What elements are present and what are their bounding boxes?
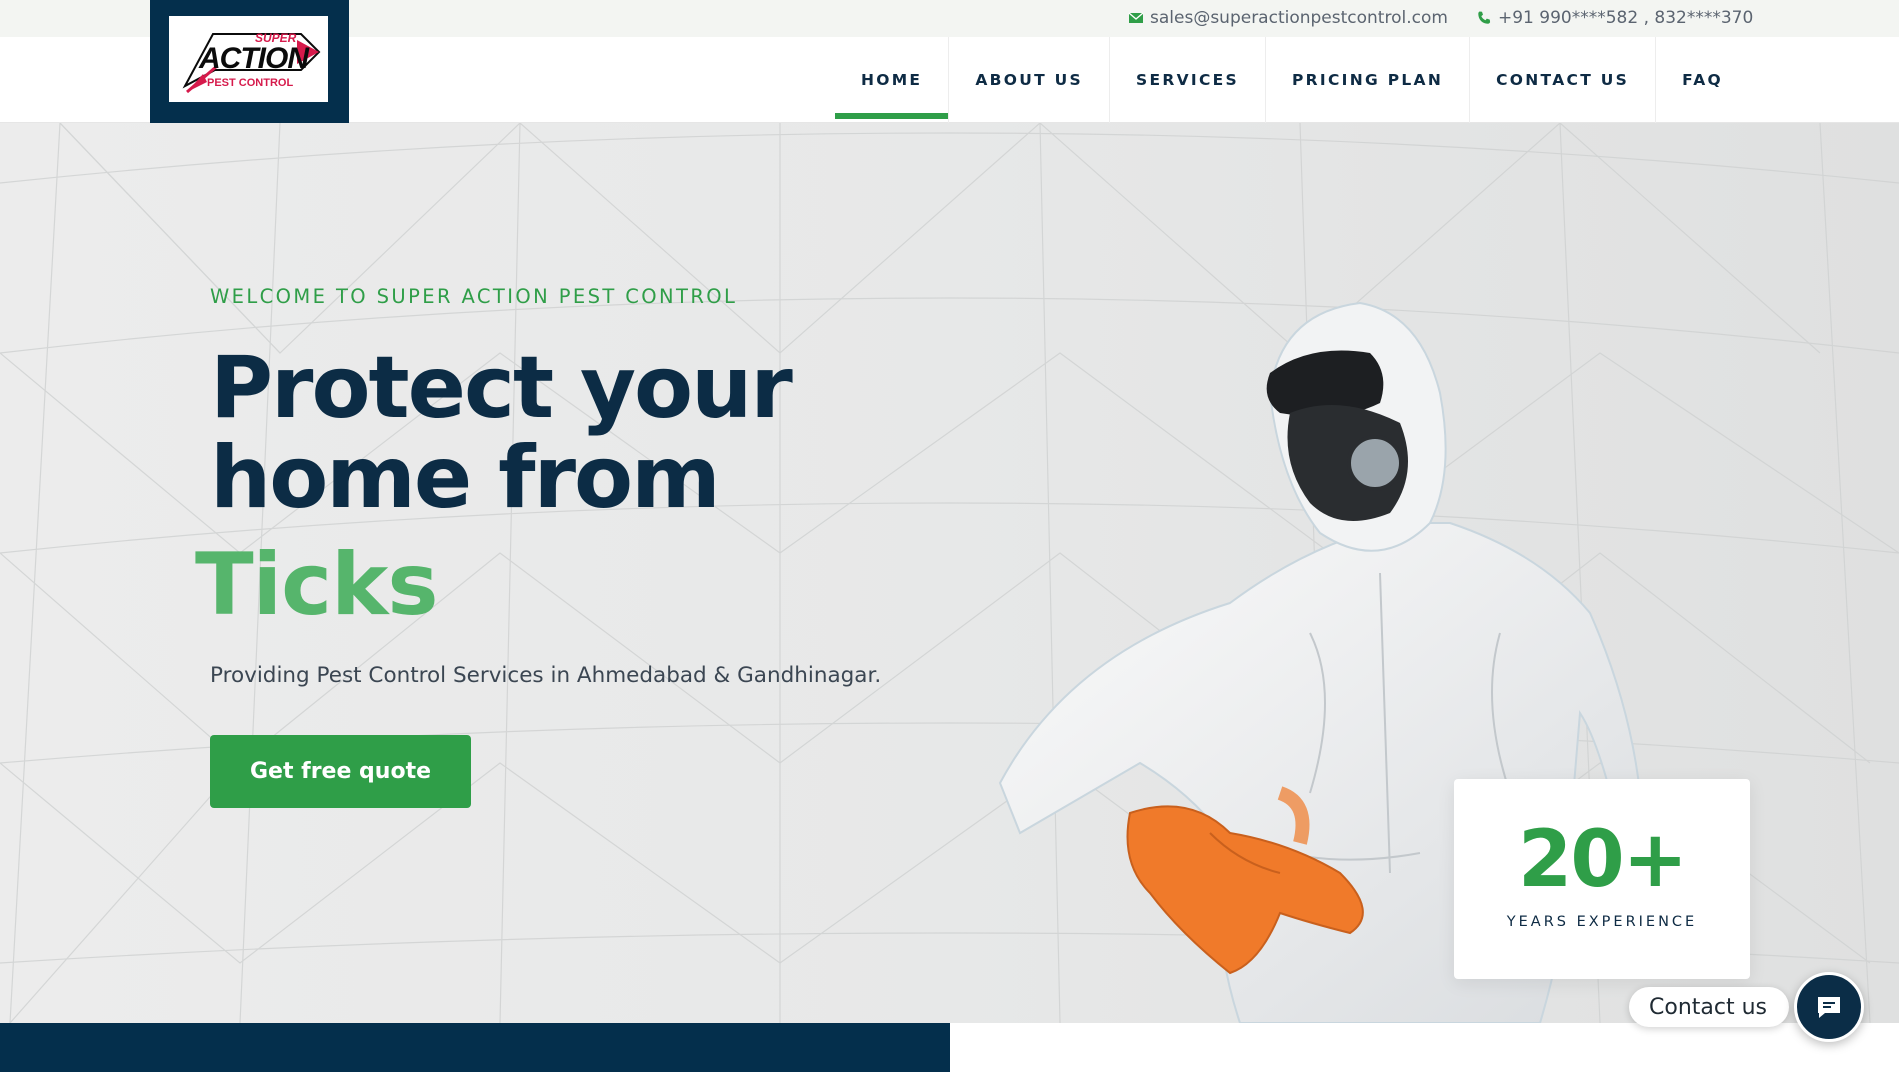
nav-contact-us[interactable]: CONTACT US — [1469, 37, 1655, 123]
chat-icon — [1818, 997, 1840, 1018]
phone-icon — [1478, 11, 1491, 24]
nav-pricing-plan[interactable]: PRICING PLAN — [1265, 37, 1469, 123]
experience-label: YEARS EXPERIENCE — [1506, 914, 1698, 930]
nav-home[interactable]: HOME — [834, 37, 949, 123]
nav-faq[interactable]: FAQ — [1655, 37, 1749, 123]
bottom-dark-strip — [0, 1023, 950, 1072]
phone-link[interactable]: +91 990****582 , 832****370 — [1476, 8, 1753, 28]
nav-services[interactable]: SERVICES — [1109, 37, 1265, 123]
logo-badge: SUPER ACTION PEST CONTROL — [169, 16, 328, 102]
welcome-tagline: WELCOME TO SUPER ACTION PEST CONTROL — [210, 285, 738, 308]
nav-about-us[interactable]: ABOUT US — [948, 37, 1109, 123]
bottom-light-strip — [950, 1023, 1899, 1072]
headline-line-2: home from — [210, 428, 721, 528]
email-link[interactable]: sales@superactionpestcontrol.com — [1128, 8, 1448, 28]
logo[interactable]: SUPER ACTION PEST CONTROL — [150, 0, 349, 123]
hero-subtext: Providing Pest Control Services in Ahmed… — [210, 663, 882, 688]
email-text: sales@superactionpestcontrol.com — [1150, 8, 1448, 28]
phone-text: +91 990****582 , 832****370 — [1498, 8, 1754, 28]
experience-card: 20+ YEARS EXPERIENCE — [1454, 779, 1750, 979]
logo-text-pest-control: PEST CONTROL — [207, 77, 293, 89]
contact-us-pill[interactable]: Contact us — [1629, 987, 1789, 1027]
headline-line-1: Protect your — [210, 338, 793, 438]
get-free-quote-button[interactable]: Get free quote — [210, 735, 471, 808]
experience-number: 20+ — [1518, 815, 1688, 905]
super-action-logo-icon: SUPER ACTION PEST CONTROL — [182, 31, 321, 94]
hero-headline: Protect your home from — [210, 338, 793, 528]
logo-text-action: ACTION — [198, 42, 310, 75]
primary-nav: HOME ABOUT US SERVICES PRICING PLAN CONT… — [834, 37, 1749, 123]
envelope-icon — [1128, 12, 1144, 23]
headline-pest-name: Ticks — [195, 535, 439, 635]
chat-widget-button[interactable] — [1794, 972, 1864, 1042]
